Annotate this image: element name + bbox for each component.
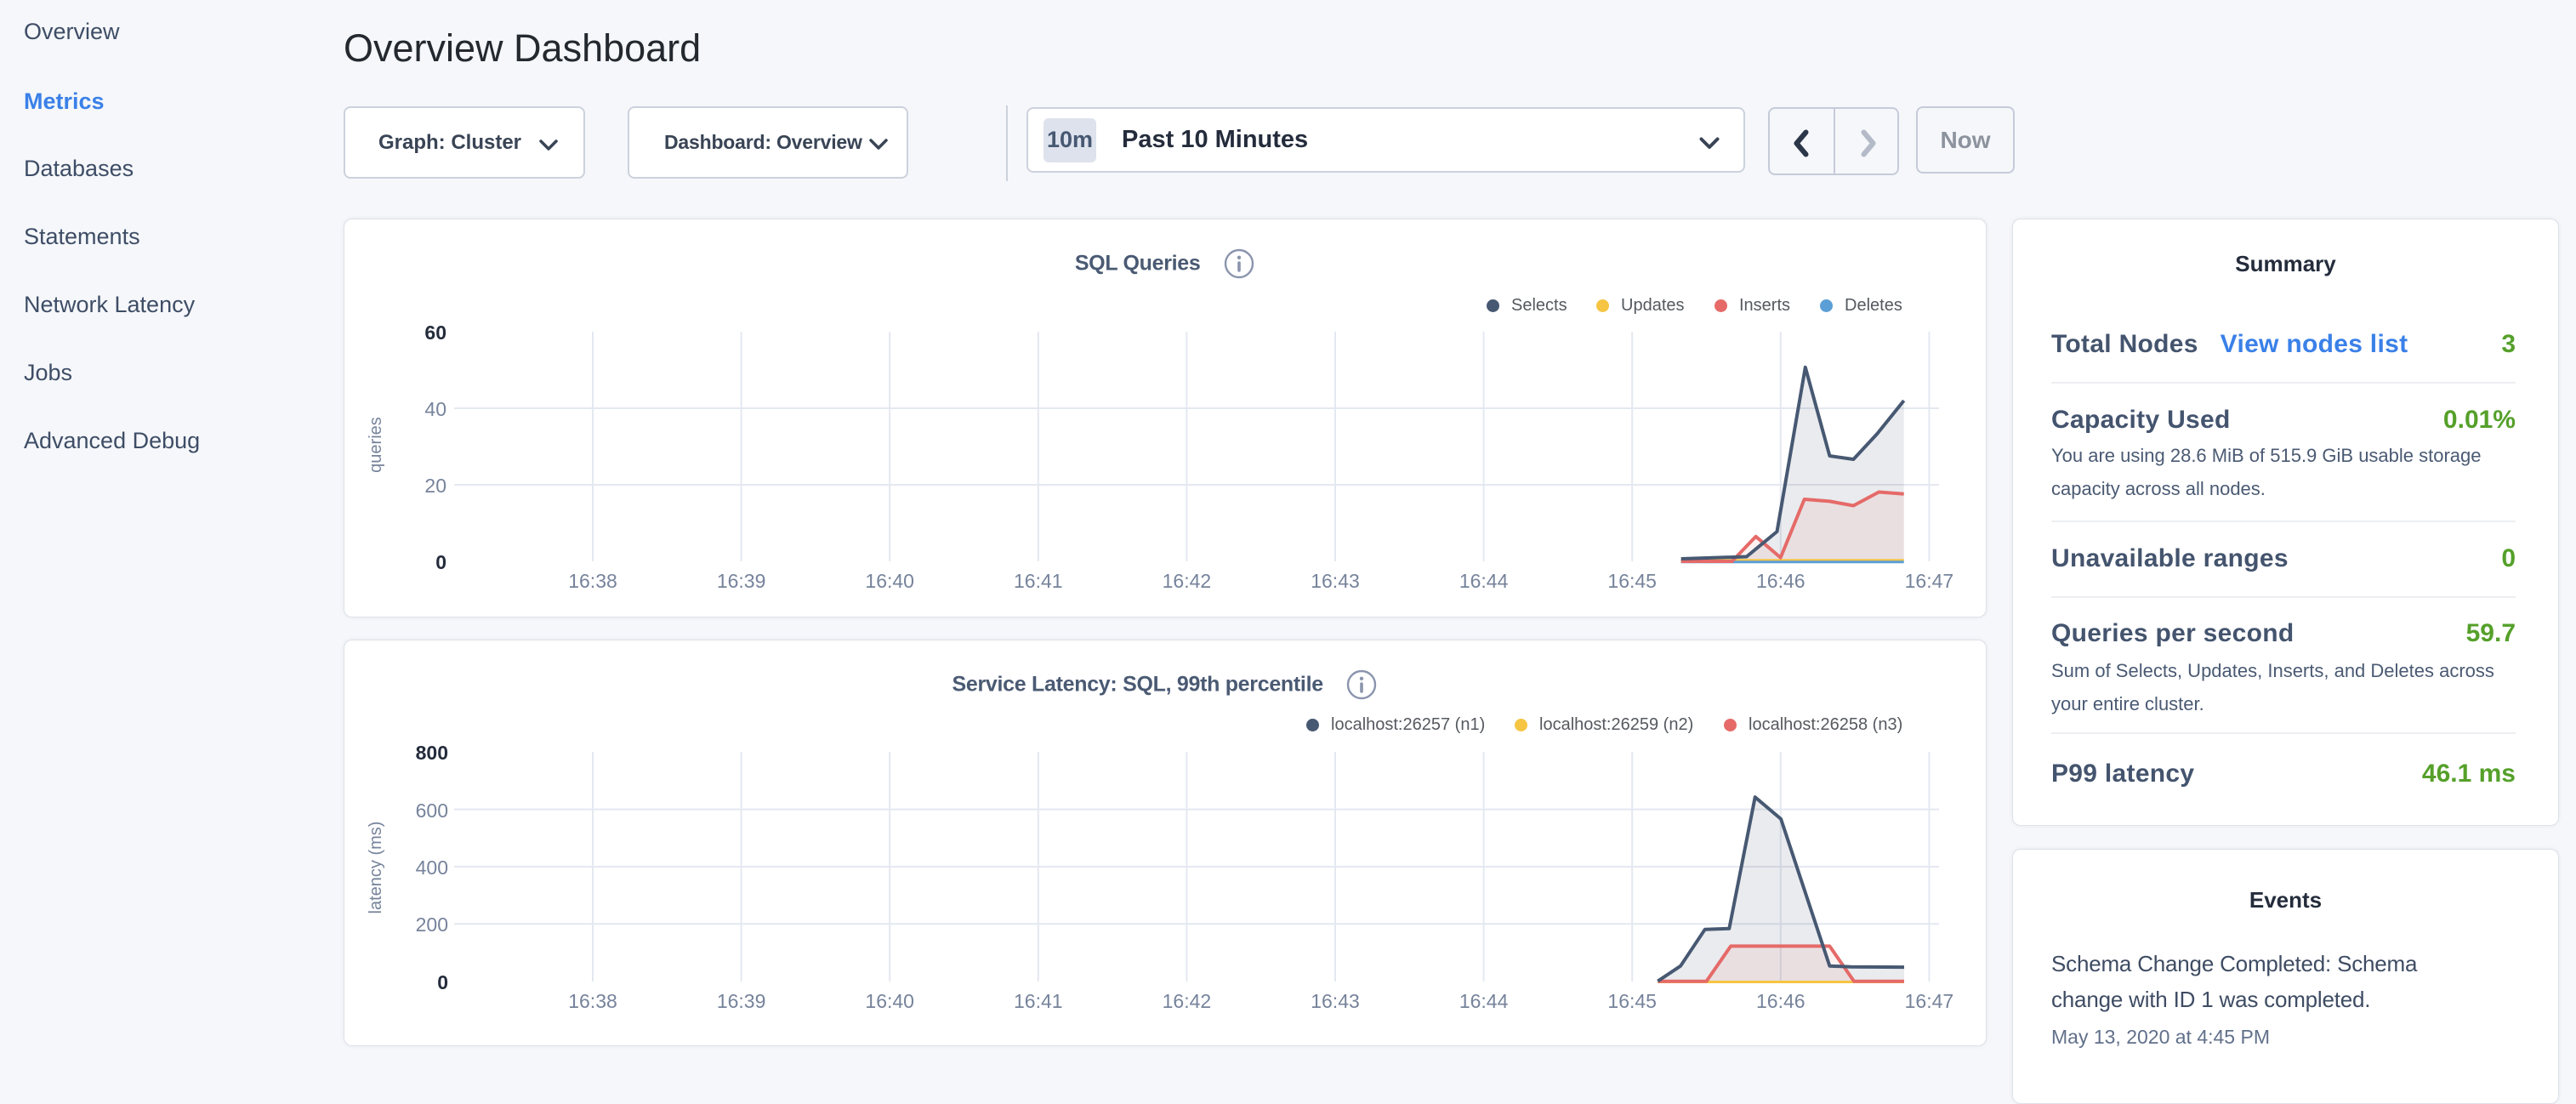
svg-text:16:45: 16:45 xyxy=(1607,990,1657,1012)
svg-text:16:47: 16:47 xyxy=(1905,990,1954,1012)
svg-text:latency (ms): latency (ms) xyxy=(367,822,385,914)
svg-text:16:42: 16:42 xyxy=(1163,990,1212,1012)
svg-text:16:43: 16:43 xyxy=(1311,570,1360,592)
svg-text:20: 20 xyxy=(424,475,446,497)
svg-text:16:43: 16:43 xyxy=(1311,990,1360,1012)
svg-text:16:41: 16:41 xyxy=(1014,990,1063,1012)
svg-text:800: 800 xyxy=(416,742,448,764)
svg-text:400: 400 xyxy=(416,856,448,879)
svg-text:16:41: 16:41 xyxy=(1014,570,1063,592)
svg-text:40: 40 xyxy=(424,398,446,420)
svg-text:16:46: 16:46 xyxy=(1756,990,1805,1012)
svg-text:16:39: 16:39 xyxy=(717,990,766,1012)
svg-text:16:46: 16:46 xyxy=(1756,570,1805,592)
svg-text:16:39: 16:39 xyxy=(717,570,766,592)
svg-text:600: 600 xyxy=(416,800,448,822)
svg-text:16:47: 16:47 xyxy=(1905,570,1954,592)
svg-text:16:45: 16:45 xyxy=(1607,570,1657,592)
svg-text:16:44: 16:44 xyxy=(1459,570,1509,592)
svg-text:16:40: 16:40 xyxy=(865,990,914,1012)
svg-text:16:44: 16:44 xyxy=(1459,990,1509,1012)
svg-text:0: 0 xyxy=(435,551,446,573)
svg-text:60: 60 xyxy=(424,322,446,344)
svg-text:queries: queries xyxy=(367,417,385,473)
svg-text:16:38: 16:38 xyxy=(568,990,617,1012)
svg-text:16:38: 16:38 xyxy=(568,570,617,592)
svg-text:16:42: 16:42 xyxy=(1163,570,1212,592)
svg-text:16:40: 16:40 xyxy=(865,570,914,592)
svg-text:0: 0 xyxy=(437,971,448,993)
svg-text:200: 200 xyxy=(416,913,448,936)
